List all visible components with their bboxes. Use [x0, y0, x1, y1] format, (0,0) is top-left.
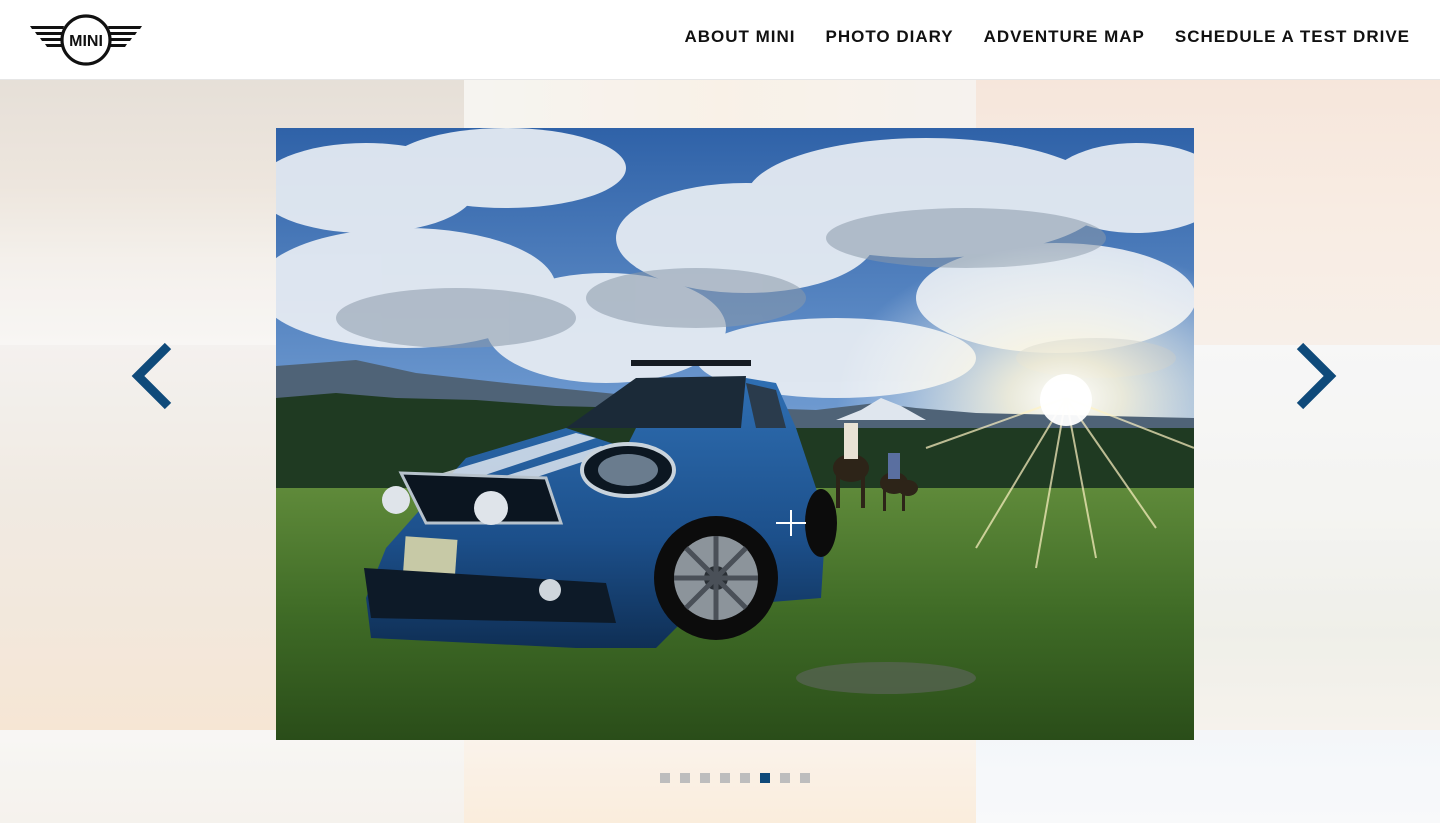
pager-dot[interactable] — [700, 773, 710, 783]
pager-dot[interactable] — [680, 773, 690, 783]
mini-logo[interactable]: MINI — [28, 14, 144, 68]
pager-dot[interactable] — [720, 773, 730, 783]
carousel-pager — [660, 773, 810, 783]
next-slide-button[interactable] — [1290, 342, 1340, 410]
car-meadow-photo — [276, 128, 1194, 740]
mini-wings-logo-icon: MINI — [30, 14, 142, 66]
previous-slide-button[interactable] — [128, 342, 178, 410]
nav-about-mini[interactable]: ABOUT MINI — [684, 27, 795, 47]
pager-dot[interactable] — [800, 773, 810, 783]
pager-dot[interactable] — [660, 773, 670, 783]
pager-dot[interactable] — [780, 773, 790, 783]
logo-text: MINI — [69, 33, 103, 50]
pager-dot[interactable] — [760, 773, 770, 783]
pager-dot[interactable] — [740, 773, 750, 783]
chevron-right-icon — [1296, 342, 1337, 410]
chevron-left-icon — [131, 342, 172, 410]
site-header: MINI ABOUT MINI PHOTO DIARY ADVENTURE MA… — [0, 0, 1440, 80]
nav-adventure-map[interactable]: ADVENTURE MAP — [984, 27, 1145, 47]
carousel-main-photo[interactable] — [276, 128, 1194, 740]
nav-schedule-test-drive[interactable]: SCHEDULE A TEST DRIVE — [1175, 27, 1410, 47]
nav-photo-diary[interactable]: PHOTO DIARY — [825, 27, 953, 47]
main-nav: ABOUT MINI PHOTO DIARY ADVENTURE MAP SCH… — [684, 27, 1410, 47]
